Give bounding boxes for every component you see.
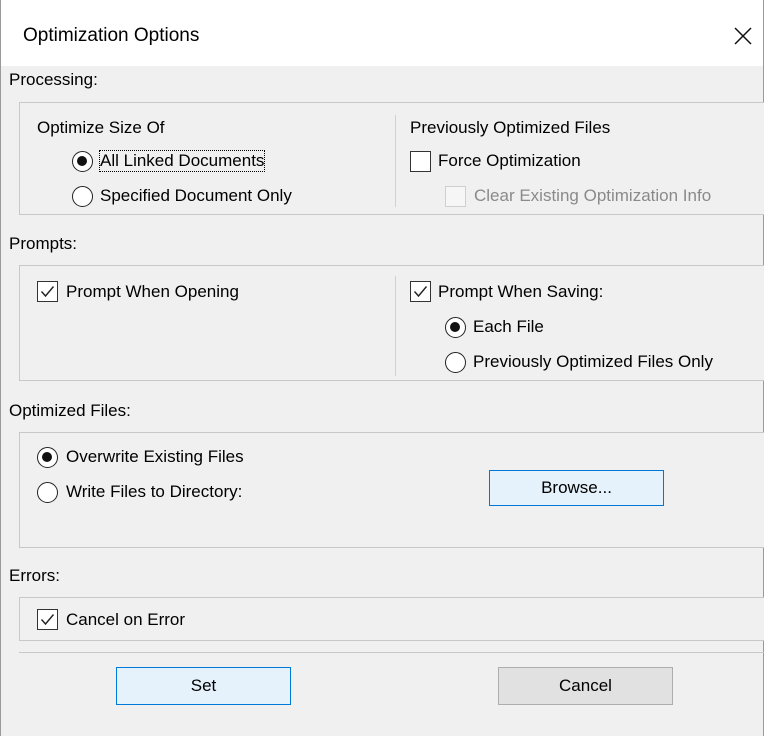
all-linked-documents-label[interactable]: All Linked Documents (98, 150, 266, 172)
errors-label: Errors: (9, 566, 60, 585)
close-button[interactable] (721, 14, 764, 58)
checkbox-prompt-when-opening[interactable] (37, 281, 58, 302)
checkbox-cancel-on-error[interactable] (37, 609, 58, 630)
checkbox-prompt-when-saving[interactable] (410, 281, 431, 302)
processing-group: Optimize Size Of All Linked Documents Sp… (19, 102, 764, 215)
radio-write-files-to-directory[interactable] (37, 482, 58, 503)
processing-label: Processing: (9, 70, 98, 89)
optimized-files-label: Optimized Files: (9, 401, 131, 420)
checkmark-icon (413, 286, 428, 298)
optimization-options-dialog: Optimization Options Processing: Optimiz… (0, 0, 764, 736)
radio-specified-document-only[interactable] (72, 186, 93, 207)
previously-optimized-heading: Previously Optimized Files (410, 118, 611, 137)
close-icon (734, 27, 752, 45)
errors-group: Cancel on Error (19, 597, 764, 641)
processing-divider (395, 115, 396, 207)
overwrite-existing-files-label[interactable]: Overwrite Existing Files (66, 447, 244, 467)
cancel-button[interactable]: Cancel (498, 667, 673, 705)
footer-separator (19, 652, 764, 653)
checkmark-icon (40, 286, 55, 298)
write-files-to-directory-label[interactable]: Write Files to Directory: (66, 482, 242, 502)
each-file-label[interactable]: Each File (473, 317, 544, 337)
title-bar: Optimization Options (1, 0, 763, 66)
dialog-title: Optimization Options (23, 25, 200, 46)
prompt-when-opening-label[interactable]: Prompt When Opening (66, 282, 239, 302)
optimize-size-of-heading: Optimize Size Of (37, 118, 165, 137)
radio-overwrite-existing-files[interactable] (37, 447, 58, 468)
radio-all-linked-documents[interactable] (72, 151, 93, 172)
prompt-when-saving-label[interactable]: Prompt When Saving: (438, 282, 603, 302)
force-optimization-label[interactable]: Force Optimization (438, 151, 581, 171)
optimized-files-group: Overwrite Existing Files Write Files to … (19, 432, 764, 548)
browse-button[interactable]: Browse... (489, 470, 664, 506)
browse-button-label: Browse... (541, 478, 612, 497)
set-button-label: Set (190, 676, 217, 695)
cancel-on-error-label[interactable]: Cancel on Error (66, 610, 185, 630)
cancel-button-label: Cancel (559, 676, 612, 695)
radio-previously-optimized-files-only[interactable] (445, 352, 466, 373)
specified-document-only-label[interactable]: Specified Document Only (100, 186, 292, 206)
checkmark-icon (40, 614, 55, 626)
prompts-divider (395, 276, 396, 376)
checkbox-clear-existing-optimization-info (445, 186, 466, 207)
clear-existing-optimization-info-label: Clear Existing Optimization Info (474, 186, 712, 205)
set-button[interactable]: Set (116, 667, 291, 705)
prompts-label: Prompts: (9, 234, 78, 253)
prompts-group: Prompt When Opening Prompt When Saving: … (19, 265, 764, 381)
checkbox-force-optimization[interactable] (410, 151, 431, 172)
previously-optimized-files-only-label[interactable]: Previously Optimized Files Only (473, 352, 763, 372)
radio-each-file[interactable] (445, 317, 466, 338)
